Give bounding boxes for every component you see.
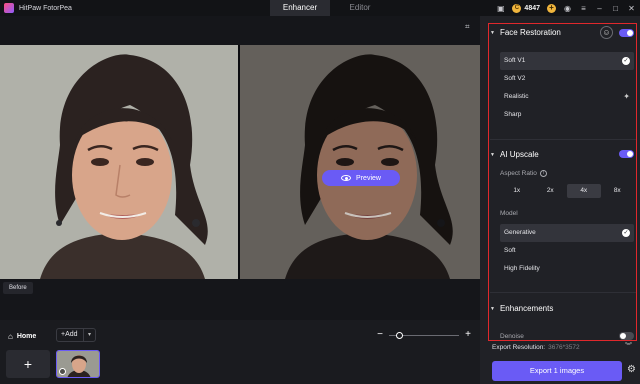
add-label: Add xyxy=(65,331,78,338)
denoise-label: Denoise xyxy=(500,333,524,340)
window-controls: ▣ C 4847 + ◉ ≡ – □ ✕ xyxy=(496,0,636,16)
coin-icon: C xyxy=(512,3,522,13)
option-sharp[interactable]: Sharp xyxy=(500,106,634,124)
option-soft-v1[interactable]: Soft V1 ✓ xyxy=(500,52,634,70)
plus-circle-icon[interactable]: + xyxy=(547,3,556,13)
caret-down-icon: ▼ xyxy=(490,29,495,36)
clock-icon xyxy=(59,368,66,375)
face-restoration-toggle[interactable] xyxy=(619,29,634,37)
face-restoration-header[interactable]: ▼ Face Restoration xyxy=(490,28,561,37)
credits-badge[interactable]: C 4847 xyxy=(512,3,540,13)
zoom-out-button[interactable]: − xyxy=(376,330,384,340)
chat-icon[interactable]: ▣ xyxy=(496,4,505,13)
zoom-slider[interactable] xyxy=(389,331,459,339)
section-divider xyxy=(490,139,636,140)
smile-icon[interactable]: ☺ xyxy=(600,26,613,39)
option-soft-v2[interactable]: Soft V2 xyxy=(500,70,634,88)
ai-upscale-toggle[interactable] xyxy=(619,150,634,158)
ratio-1x[interactable]: 1x xyxy=(500,184,534,198)
info-icon[interactable]: i xyxy=(539,170,547,177)
image-thumbnail[interactable] xyxy=(56,350,100,378)
model-label: Model xyxy=(500,210,518,217)
eye-icon xyxy=(341,175,352,181)
add-image-tile[interactable]: + xyxy=(6,350,50,378)
maximize-icon[interactable]: □ xyxy=(611,4,620,13)
caret-down-icon: ▼ xyxy=(490,305,495,312)
denoise-toggle[interactable] xyxy=(619,332,634,340)
option-label: Generative xyxy=(504,229,536,236)
export-resolution-label: Export Resolution: xyxy=(492,344,546,351)
zoom-slider-handle[interactable] xyxy=(396,331,403,339)
enhancements-title: Enhancements xyxy=(499,304,554,313)
credits-count: 4847 xyxy=(524,4,540,12)
home-label: Home xyxy=(16,333,37,340)
double-chevron-icon[interactable]: ︾ xyxy=(625,341,632,351)
main-tabs: Enhancer Editor xyxy=(270,0,390,16)
face-restoration-title: Face Restoration xyxy=(499,28,561,37)
export-resolution: Export Resolution: 3676*3572 xyxy=(492,344,580,351)
tab-enhancer[interactable]: Enhancer xyxy=(270,0,330,16)
crop-icon[interactable]: ⌗ xyxy=(465,22,474,31)
ratio-4x[interactable]: 4x xyxy=(567,184,601,198)
model-high-fidelity[interactable]: High Fidelity xyxy=(500,260,634,278)
menu-icon[interactable]: ≡ xyxy=(579,4,588,13)
user-icon[interactable]: ◉ xyxy=(563,4,572,13)
tab-editor[interactable]: Editor xyxy=(330,0,390,16)
option-label: Soft xyxy=(504,247,516,254)
gear-icon[interactable]: ⚙ xyxy=(627,365,636,375)
preview-label: Preview xyxy=(356,174,381,182)
title-bar: HitPaw FotorPea Enhancer Editor ▣ C 4847… xyxy=(0,0,640,16)
bottom-toolbar: ⌂ Home +Add ▾ − + + xyxy=(0,320,480,384)
option-label: Soft V1 xyxy=(504,57,526,64)
ratio-8x[interactable]: 8x xyxy=(601,184,635,198)
zoom-control: − + xyxy=(376,330,472,340)
model-soft[interactable]: Soft xyxy=(500,242,634,260)
face-restoration-options: Soft V1 ✓ Soft V2 Realistic ✦ Sharp xyxy=(500,52,634,124)
option-label: Realistic xyxy=(504,93,529,100)
app-title: HitPaw FotorPea xyxy=(19,4,72,12)
home-button[interactable]: ⌂ Home xyxy=(8,332,36,341)
export-button[interactable]: Export 1 images xyxy=(492,361,622,381)
enhancements-header[interactable]: ▼ Enhancements xyxy=(490,304,553,313)
option-label: High Fidelity xyxy=(504,265,540,272)
section-divider xyxy=(490,292,636,293)
caret-down-icon: ▼ xyxy=(490,151,495,158)
app-logo-icon xyxy=(4,3,14,13)
before-image xyxy=(0,45,238,279)
model-generative[interactable]: Generative ✓ xyxy=(500,224,634,242)
home-icon: ⌂ xyxy=(8,332,13,341)
aspect-ratio-text: Aspect Ratio xyxy=(500,170,537,177)
ai-upscale-header[interactable]: ▼ AI Upscale xyxy=(490,150,539,159)
option-label: Soft V2 xyxy=(504,75,526,82)
ai-upscale-title: AI Upscale xyxy=(499,150,539,159)
chevron-down-icon[interactable]: ▾ xyxy=(83,329,95,341)
close-icon[interactable]: ✕ xyxy=(627,4,636,13)
check-icon: ✓ xyxy=(622,229,630,237)
preview-button[interactable]: Preview xyxy=(322,170,400,186)
zoom-in-button[interactable]: + xyxy=(464,330,472,340)
minimize-icon[interactable]: – xyxy=(595,4,604,13)
model-options: Generative ✓ Soft High Fidelity xyxy=(500,224,634,278)
add-dropdown: +Add ▾ xyxy=(56,328,96,342)
after-image xyxy=(240,45,480,279)
before-label: Before xyxy=(3,282,33,294)
option-realistic[interactable]: Realistic ✦ xyxy=(500,88,634,106)
export-resolution-value: 3676*3572 xyxy=(548,344,580,351)
check-icon: ✓ xyxy=(622,57,630,65)
add-button[interactable]: +Add xyxy=(57,329,83,341)
option-label: Sharp xyxy=(504,111,522,118)
ratio-2x[interactable]: 2x xyxy=(534,184,568,198)
aspect-ratio-label: Aspect Ratio i xyxy=(500,170,547,177)
sparkle-icon: ✦ xyxy=(623,92,630,101)
scale-selector: 1x 2x 4x 8x xyxy=(500,184,634,198)
